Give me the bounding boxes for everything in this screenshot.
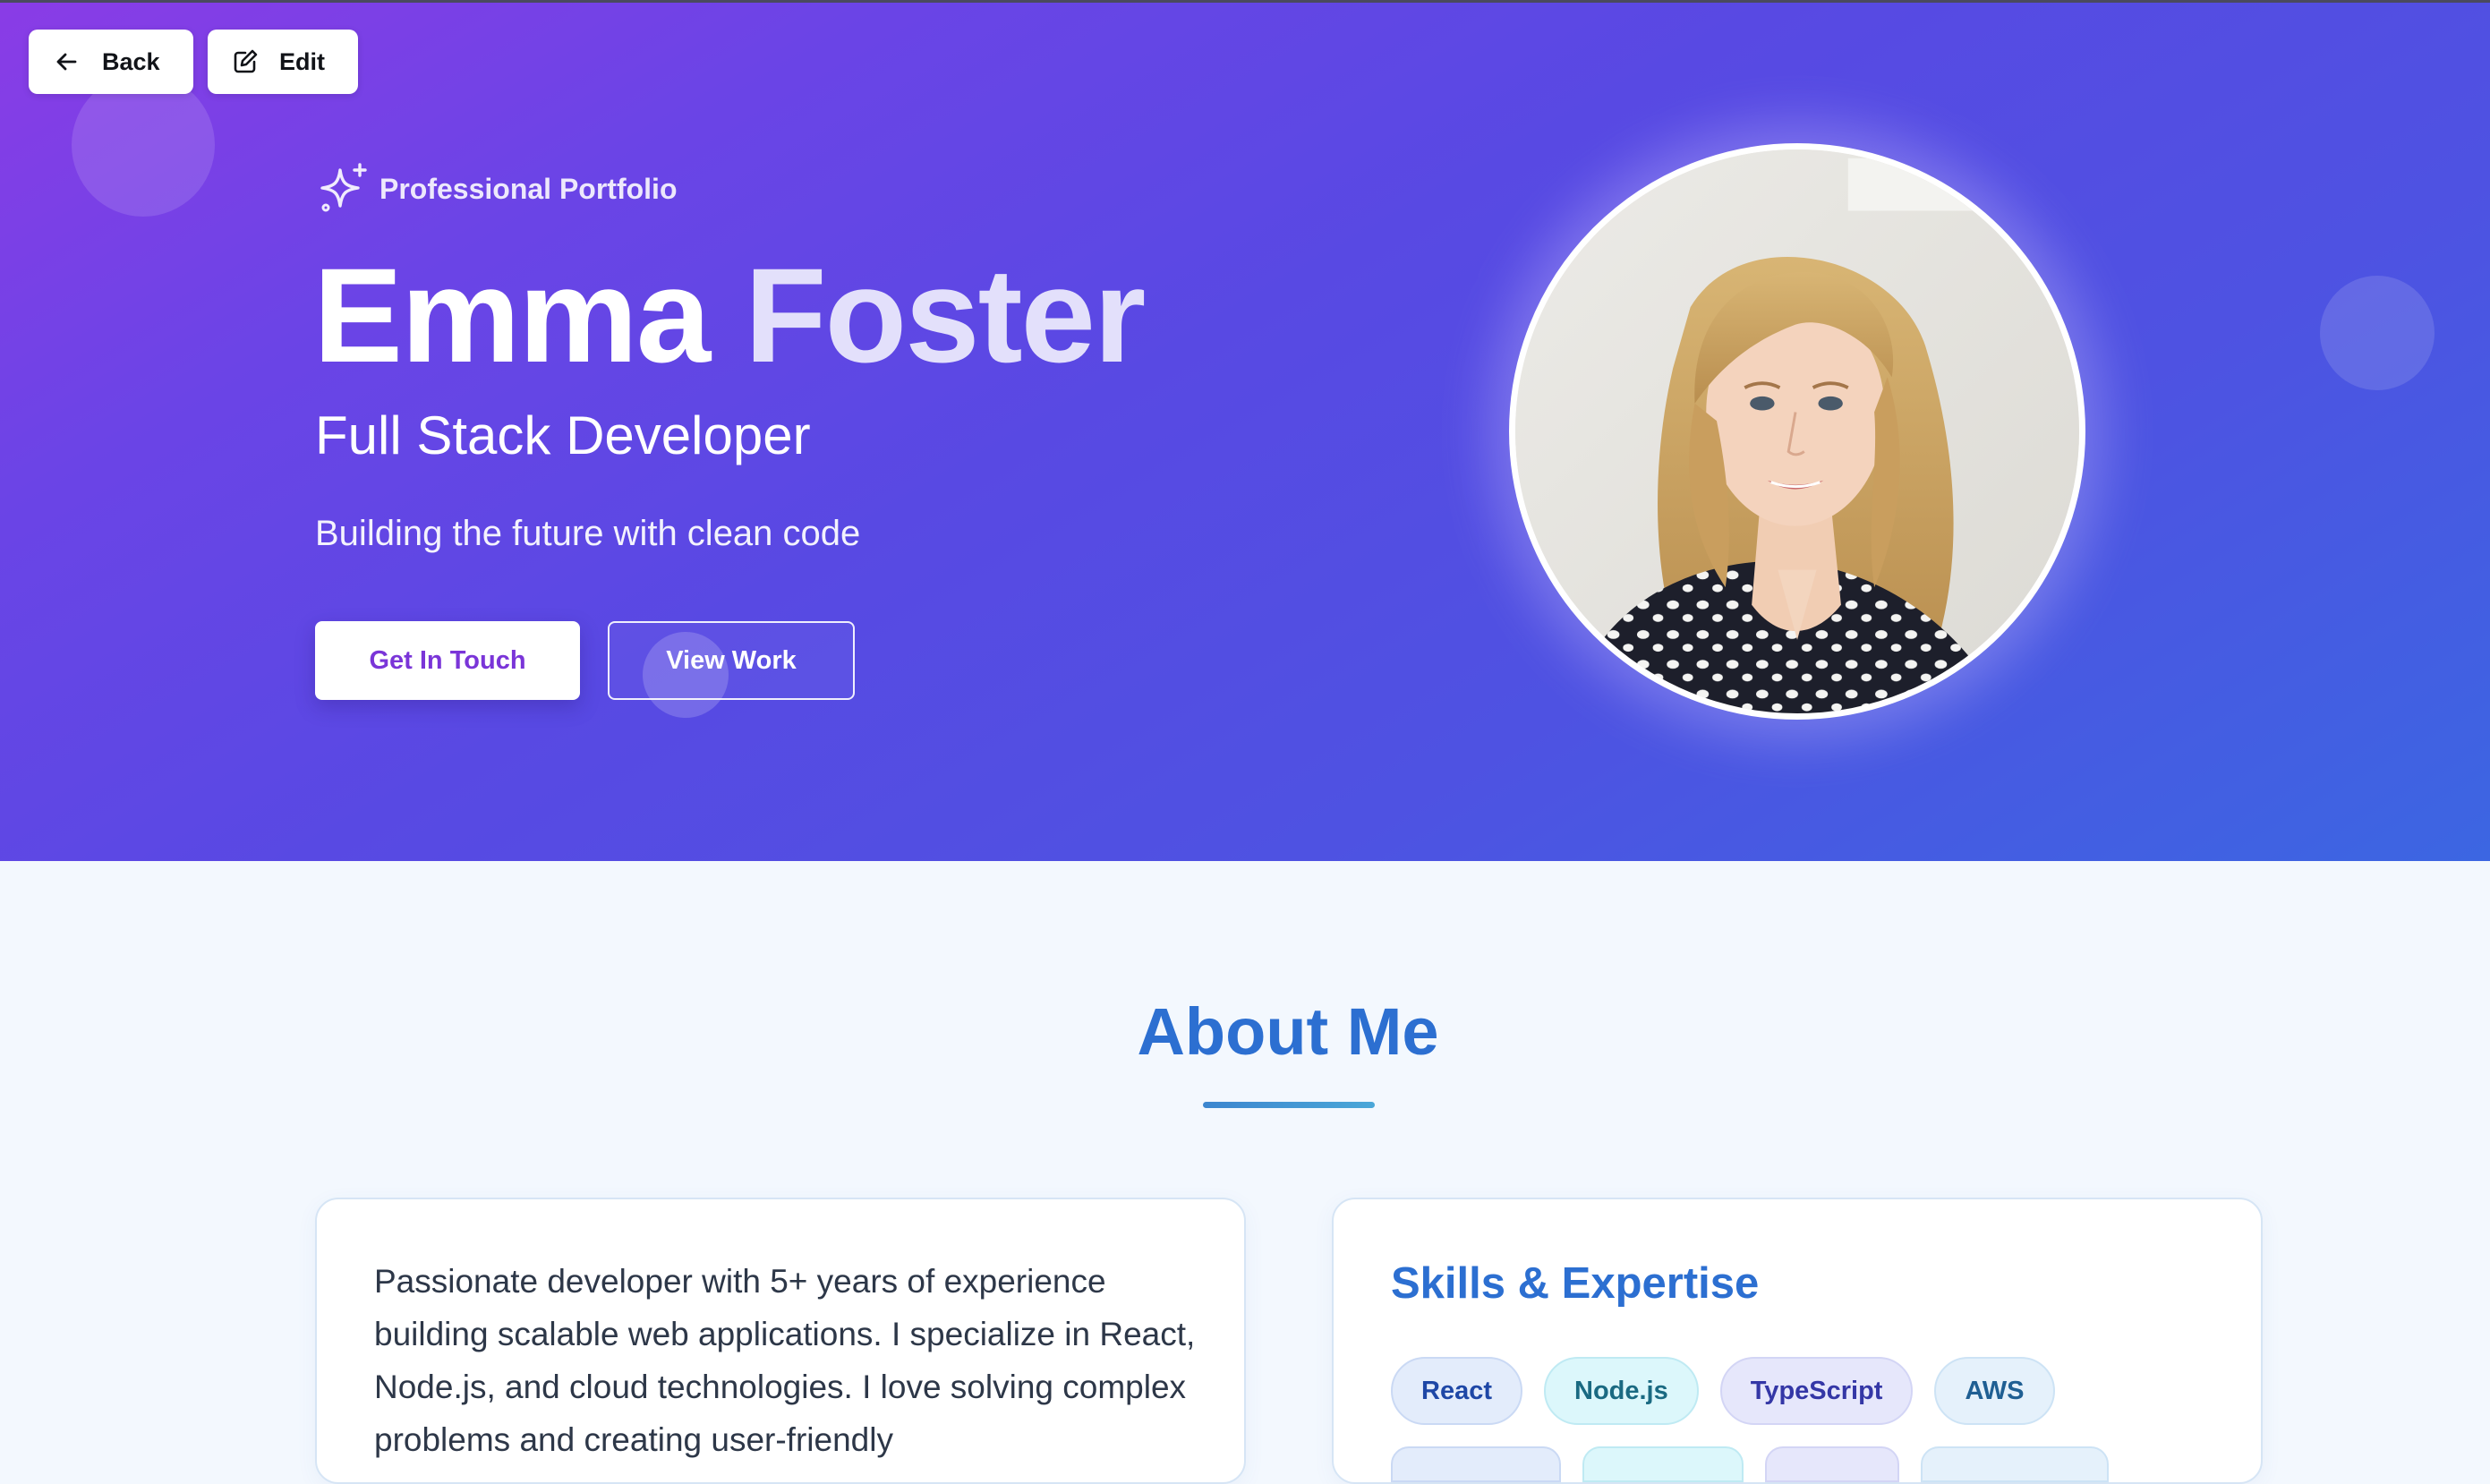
get-in-touch-button[interactable]: Get In Touch	[315, 621, 580, 700]
hero-role: Full Stack Developer	[315, 405, 811, 465]
sparkles-icon	[315, 161, 371, 217]
skill-chip: TypeScript	[1719, 1357, 1914, 1425]
hero-subtitle: Building the future with clean code	[315, 514, 861, 553]
about-bio: Passionate developer with 5+ years of ex…	[374, 1263, 1196, 1458]
title-underline	[1203, 1102, 1375, 1108]
about-card: Passionate developer with 5+ years of ex…	[315, 1198, 1246, 1484]
decorative-bubble	[72, 73, 215, 217]
skills-list-row-2	[1391, 1446, 2109, 1482]
arrow-left-icon	[52, 47, 81, 76]
tagline-text: Professional Portfolio	[379, 172, 678, 205]
window-top-border	[0, 0, 2490, 3]
decorative-bubble	[2320, 276, 2435, 390]
skills-list: React Node.js TypeScript AWS	[1391, 1357, 2055, 1425]
profile-avatar	[1509, 143, 2085, 720]
skills-card: Skills & Expertise React Node.js TypeScr…	[1332, 1198, 2263, 1484]
skill-chip-partial	[1391, 1446, 1561, 1482]
skill-chip: AWS	[1934, 1357, 2055, 1425]
skills-title: Skills & Expertise	[1391, 1259, 1760, 1308]
edit-button[interactable]: Edit	[208, 30, 358, 94]
back-button[interactable]: Back	[29, 30, 193, 94]
skill-chip: Node.js	[1544, 1357, 1699, 1425]
about-title: About Me	[1137, 994, 1439, 1069]
hero-section: Professional Portfolio Emma Foster Full …	[0, 0, 2490, 861]
last-name: Foster	[744, 240, 1146, 390]
edit-button-label: Edit	[279, 47, 325, 75]
hero-name: Emma Foster	[313, 235, 1146, 396]
first-name: Emma	[313, 240, 711, 390]
back-button-label: Back	[102, 47, 160, 75]
skill-chip-partial	[1921, 1446, 2109, 1482]
skill-chip: React	[1391, 1357, 1522, 1425]
skill-chip-partial	[1765, 1446, 1899, 1482]
skill-chip-partial	[1582, 1446, 1744, 1482]
edit-icon	[231, 47, 260, 76]
profile-photo	[1515, 149, 2079, 713]
decorative-bubble	[643, 632, 729, 718]
hero-tagline: Professional Portfolio	[315, 161, 677, 217]
